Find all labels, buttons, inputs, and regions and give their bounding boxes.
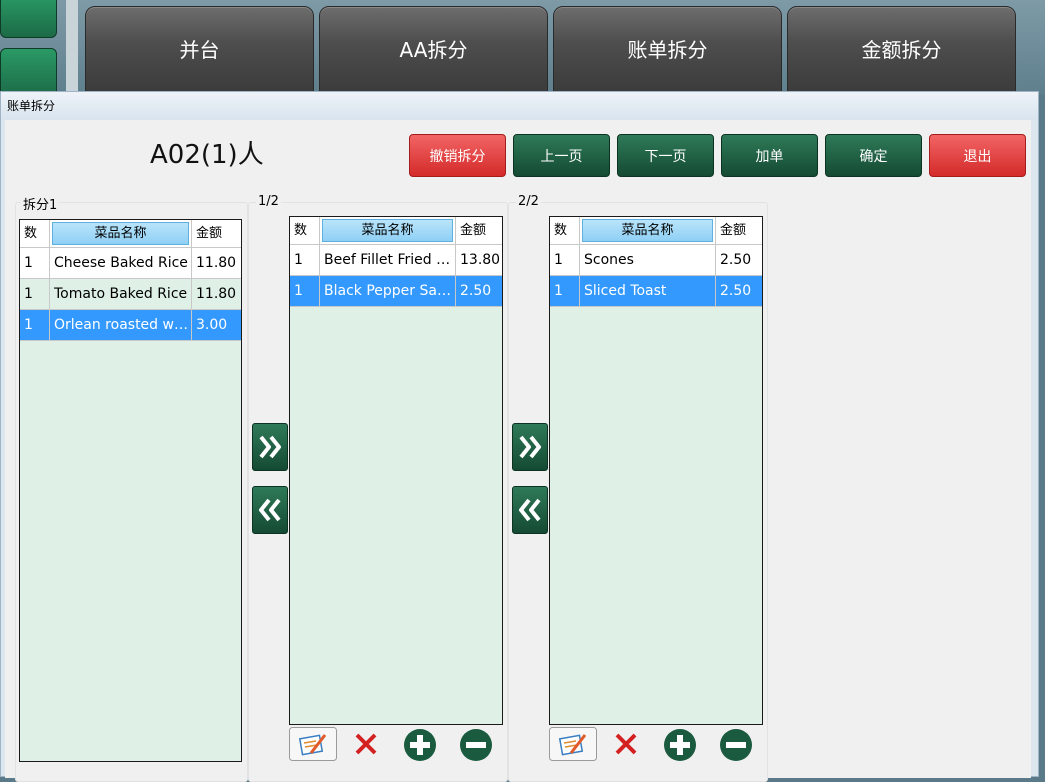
- col-amount: 金额: [196, 226, 223, 241]
- confirm-button[interactable]: 确定: [825, 134, 922, 177]
- increase-button-2[interactable]: [663, 728, 697, 766]
- delete-button-1[interactable]: [353, 731, 379, 761]
- split2-label: 2/2: [516, 194, 541, 209]
- table-row[interactable]: 1 Tomato Baked Rice 11.80: [20, 279, 241, 310]
- cell-name: Orlean roasted wi...: [50, 310, 192, 340]
- cell-name: Sliced Toast: [580, 276, 716, 306]
- add-order-button[interactable]: 加单: [721, 134, 818, 177]
- cell-qty: 1: [290, 276, 320, 306]
- col-amount: 金额: [720, 223, 747, 238]
- move-right-button-1[interactable]: [252, 423, 288, 471]
- background-divider: [66, 0, 78, 95]
- table-row[interactable]: 1 Sliced Toast 2.50: [550, 276, 762, 307]
- col-name[interactable]: 菜品名称: [322, 219, 453, 242]
- close-icon: [615, 733, 637, 755]
- cell-name: Tomato Baked Rice: [50, 279, 192, 309]
- cell-amount: 2.50: [720, 283, 752, 299]
- cell-name: Scones: [580, 245, 716, 275]
- col-qty: 数: [550, 217, 580, 244]
- increase-button-1[interactable]: [403, 728, 437, 766]
- col-qty: 数: [20, 220, 50, 247]
- dialog-title: 账单拆分: [1, 92, 1038, 120]
- table-row[interactable]: 1 Scones 2.50: [550, 245, 762, 276]
- cell-qty: 1: [20, 310, 50, 340]
- split2-grid[interactable]: 数 菜品名称 金额 1 Scones 2.50 1 Sliced Toast 2.50: [549, 216, 763, 725]
- edit-note-icon: [289, 727, 337, 761]
- grid-header: 数 菜品名称 金额: [550, 217, 762, 245]
- col-qty: 数: [290, 217, 320, 244]
- cell-amount: 11.80: [196, 255, 237, 271]
- decrease-button-2[interactable]: [719, 728, 753, 766]
- move-left-button-1[interactable]: [252, 486, 288, 534]
- move-left-button-2[interactable]: [512, 486, 548, 534]
- edit-note-button-2[interactable]: [549, 727, 597, 765]
- move-right-button-2[interactable]: [512, 423, 548, 471]
- tab-aa-split[interactable]: AA拆分: [319, 6, 548, 96]
- grid-header: 数 菜品名称 金额: [290, 217, 502, 245]
- cell-amount: 13.80: [460, 252, 501, 268]
- cell-amount: 2.50: [460, 283, 492, 299]
- cell-amount: 2.50: [720, 252, 752, 268]
- next-page-button[interactable]: 下一页: [617, 134, 714, 177]
- cell-qty: 1: [290, 245, 320, 275]
- cell-amount: 3.00: [196, 317, 228, 333]
- prev-page-button[interactable]: 上一页: [513, 134, 610, 177]
- close-icon: [355, 733, 377, 755]
- tab-amount-split[interactable]: 金额拆分: [787, 6, 1016, 96]
- plus-circle-icon: [404, 729, 436, 761]
- split1-grid[interactable]: 数 菜品名称 金额 1 Beef Fillet Fried R... 13.80 1 B…: [289, 216, 503, 725]
- dialog-body: A02(1)人 撤销拆分 上一页 下一页 加单 确定 退出 拆分1 数 菜品名称…: [5, 120, 1031, 782]
- table-row[interactable]: 1 Orlean roasted wi... 3.00: [20, 310, 241, 341]
- edit-note-icon: [549, 727, 597, 761]
- table-row[interactable]: 1 Black Pepper Sau... 2.50: [290, 276, 502, 307]
- undo-split-button[interactable]: 撤销拆分: [409, 134, 506, 177]
- split1-label: 1/2: [256, 194, 281, 209]
- edit-note-button-1[interactable]: [289, 727, 337, 765]
- source-grid[interactable]: 数 菜品名称 金额 1 Cheese Baked Rice 11.80 1 Tomato…: [19, 219, 242, 762]
- cell-qty: 1: [550, 245, 580, 275]
- minus-circle-icon: [720, 729, 752, 761]
- cell-name: Beef Fillet Fried R...: [320, 245, 456, 275]
- exit-button[interactable]: 退出: [929, 134, 1026, 177]
- double-chevron-right-icon: [519, 435, 541, 459]
- double-chevron-right-icon: [259, 435, 281, 459]
- col-name[interactable]: 菜品名称: [52, 222, 189, 245]
- cell-qty: 1: [20, 248, 50, 278]
- decrease-button-1[interactable]: [459, 728, 493, 766]
- delete-button-2[interactable]: [613, 731, 639, 761]
- tab-bill-split[interactable]: 账单拆分: [553, 6, 782, 96]
- cell-name: Cheese Baked Rice: [50, 248, 192, 278]
- double-chevron-left-icon: [259, 498, 281, 522]
- table-row[interactable]: 1 Beef Fillet Fried R... 13.80: [290, 245, 502, 276]
- cell-amount: 11.80: [196, 286, 237, 302]
- source-group-label: 拆分1: [21, 194, 60, 213]
- col-name[interactable]: 菜品名称: [582, 219, 713, 242]
- tab-merge-tables[interactable]: 并台: [85, 6, 314, 96]
- plus-circle-icon: [664, 729, 696, 761]
- side-button-1[interactable]: [0, 0, 57, 38]
- cell-qty: 1: [20, 279, 50, 309]
- minus-circle-icon: [460, 729, 492, 761]
- col-amount: 金额: [460, 223, 487, 238]
- double-chevron-left-icon: [519, 498, 541, 522]
- grid-header: 数 菜品名称 金额: [20, 220, 241, 248]
- bill-split-dialog: 账单拆分 A02(1)人 撤销拆分 上一页 下一页 加单 确定 退出 拆分1 数…: [0, 91, 1039, 782]
- table-title: A02(1)人: [150, 140, 264, 170]
- cell-qty: 1: [550, 276, 580, 306]
- cell-name: Black Pepper Sau...: [320, 276, 456, 306]
- table-row[interactable]: 1 Cheese Baked Rice 11.80: [20, 248, 241, 279]
